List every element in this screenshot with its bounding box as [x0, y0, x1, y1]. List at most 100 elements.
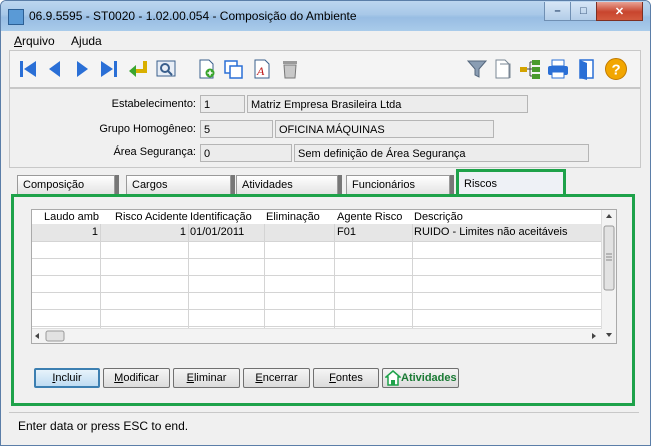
encerrar-button[interactable]: Encerrar	[243, 368, 310, 388]
help-icon: ?	[605, 58, 627, 80]
modificar-button[interactable]: Modificar	[103, 368, 170, 388]
edit-text-button[interactable]: A	[250, 57, 274, 81]
grupo-homogeneo-code-field[interactable]: 5	[200, 120, 273, 138]
estabelecimento-code-field[interactable]: 1	[200, 95, 245, 113]
riscos-grid[interactable]: Laudo amb Risco Acidente Identificação E…	[31, 209, 617, 344]
tab-riscos[interactable]: Riscos	[456, 169, 566, 197]
header-panel: Estabelecimento: 1 Matriz Empresa Brasil…	[9, 88, 641, 168]
menu-bar: Arquivo Ajuda	[9, 31, 642, 50]
help-button[interactable]: ?	[604, 57, 628, 81]
restore-icon: □	[580, 5, 587, 17]
new-button[interactable]	[194, 57, 218, 81]
scroll-up-icon	[606, 214, 612, 218]
cell-identificacao: 01/01/2011	[190, 226, 245, 238]
delete-button[interactable]	[278, 57, 302, 81]
column-divider	[334, 224, 335, 343]
filter-icon	[466, 60, 488, 78]
tab-atividades[interactable]: Atividades	[236, 175, 338, 194]
svg-text:?: ?	[612, 62, 621, 79]
first-record-button[interactable]	[16, 57, 40, 81]
scroll-left-icon	[35, 333, 39, 339]
grupo-homogeneo-label: Grupo Homogêneo:	[99, 123, 196, 135]
menu-arquivo[interactable]: Arquivo	[14, 34, 55, 48]
status-bar: Enter data or press ESC to end.	[9, 412, 639, 440]
horizontal-scroll-arrows	[35, 330, 596, 342]
column-header-risco-acidente[interactable]: Risco Acidente	[115, 210, 188, 224]
minimize-button[interactable]: –	[544, 2, 571, 21]
atividades-label: Atividades	[401, 372, 457, 384]
previous-icon	[49, 61, 60, 77]
tree-icon	[520, 60, 540, 79]
table-row[interactable]: 1 1 01/01/2011 F01 RUIDO - Limites não a…	[32, 224, 602, 242]
table-row[interactable]	[32, 241, 602, 259]
edit-text-icon: A	[254, 59, 270, 79]
house-icon	[385, 370, 401, 386]
table-row[interactable]	[32, 309, 602, 327]
eliminar-button[interactable]: Eliminar	[173, 368, 240, 388]
vertical-scroll-arrows	[603, 214, 615, 337]
delete-icon	[283, 61, 297, 79]
last-icon	[101, 61, 117, 77]
tab-divider	[231, 175, 235, 194]
copy-button[interactable]	[222, 57, 246, 81]
svg-text:A: A	[256, 64, 265, 78]
scroll-right-icon	[592, 333, 596, 339]
search-button[interactable]	[154, 57, 178, 81]
first-icon	[20, 61, 36, 77]
column-header-descricao[interactable]: Descrição	[414, 210, 463, 224]
column-header-identificacao[interactable]: Identificação	[190, 210, 252, 224]
atividades-button[interactable]: Atividades	[382, 368, 459, 388]
title-bar[interactable]: 06.9.5595 - ST0020 - 1.02.00.054 - Compo…	[1, 1, 650, 31]
vertical-scrollbar[interactable]	[601, 210, 616, 343]
incluir-button[interactable]: Incluir	[34, 368, 100, 388]
table-row[interactable]	[32, 258, 602, 276]
column-divider	[188, 224, 189, 343]
table-row[interactable]	[32, 275, 602, 293]
main-window: 06.9.5595 - ST0020 - 1.02.00.054 - Compo…	[0, 0, 651, 446]
exit-button[interactable]	[574, 57, 598, 81]
next-icon	[77, 61, 88, 77]
next-record-button[interactable]	[70, 57, 94, 81]
scroll-thumb	[45, 330, 65, 342]
column-header-laudo[interactable]: Laudo amb	[44, 210, 99, 224]
menu-ajuda[interactable]: Ajuda	[71, 34, 102, 48]
tree-button[interactable]	[518, 57, 542, 81]
area-seguranca-code-field[interactable]: 0	[200, 144, 292, 162]
fontes-button[interactable]: Fontes	[313, 368, 379, 388]
column-divider	[264, 224, 265, 343]
app-icon	[8, 9, 24, 25]
previous-record-button[interactable]	[43, 57, 67, 81]
cell-agente-risco: F01	[337, 226, 356, 238]
close-button[interactable]: ✕	[596, 2, 643, 21]
area-seguranca-label: Área Segurança:	[113, 146, 196, 158]
tab-divider	[338, 175, 342, 194]
horizontal-scrollbar[interactable]	[32, 328, 602, 343]
return-button[interactable]	[126, 57, 150, 81]
scroll-down-icon	[606, 333, 612, 337]
last-record-button[interactable]	[97, 57, 121, 81]
column-divider	[412, 224, 413, 343]
grupo-homogeneo-name-field: OFICINA MÁQUINAS	[275, 120, 494, 138]
toolbar: A ?	[9, 50, 641, 88]
column-header-eliminacao[interactable]: Eliminação	[266, 210, 320, 224]
estabelecimento-name-field: Matriz Empresa Brasileira Ltda	[247, 95, 528, 113]
tab-cargos[interactable]: Cargos	[126, 175, 231, 194]
filter-button[interactable]	[465, 57, 489, 81]
search-icon	[156, 60, 176, 77]
window-title: 06.9.5595 - ST0020 - 1.02.00.054 - Compo…	[29, 9, 357, 23]
print-button[interactable]	[546, 57, 570, 81]
cell-risco-acidente: 1	[179, 226, 186, 238]
copy-icon	[224, 60, 243, 79]
tab-composicao[interactable]: Composição	[17, 175, 115, 194]
column-header-agente-risco[interactable]: Agente Risco	[337, 210, 402, 224]
cell-descricao: RUIDO - Limites não aceitáveis	[414, 226, 568, 238]
minimize-icon: –	[554, 5, 561, 17]
riscos-panel: Laudo amb Risco Acidente Identificação E…	[11, 194, 635, 406]
column-divider	[100, 224, 101, 343]
print-icon	[548, 59, 568, 79]
restore-button[interactable]: □	[570, 2, 597, 21]
table-row[interactable]	[32, 292, 602, 310]
clipboard-button[interactable]	[491, 57, 515, 81]
tab-funcionarios[interactable]: Funcionários	[346, 175, 450, 194]
area-seguranca-name-field: Sem definição de Área Segurança	[294, 144, 589, 162]
